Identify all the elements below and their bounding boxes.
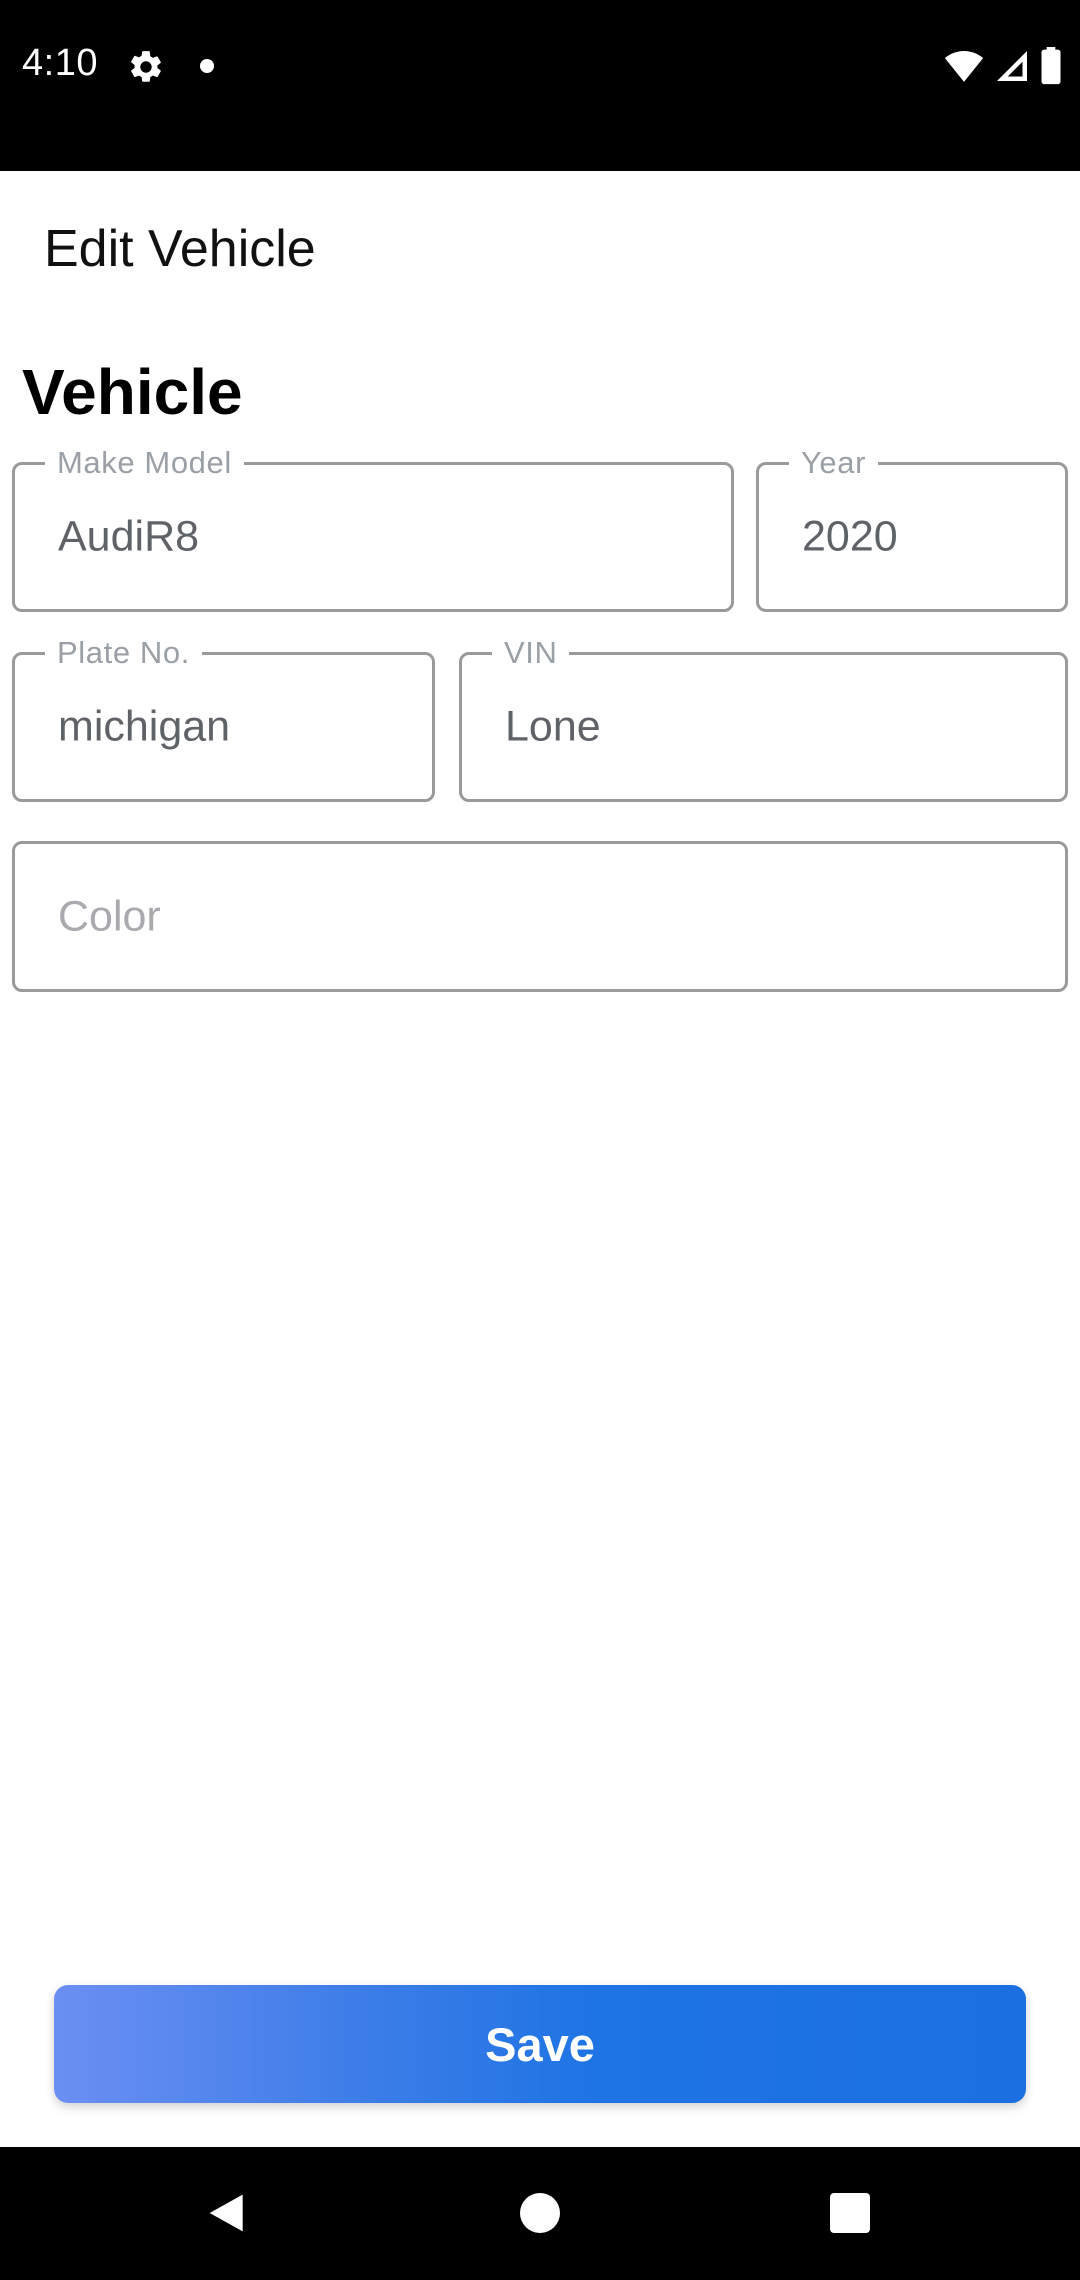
make-model-field[interactable]: Make Model AudiR8	[12, 445, 734, 612]
save-button[interactable]: Save	[54, 1985, 1026, 2103]
back-icon[interactable]	[206, 2191, 250, 2235]
make-model-label: Make Model	[45, 445, 244, 481]
gear-icon	[131, 51, 161, 82]
page-title: Edit Vehicle	[44, 220, 316, 278]
year-value: 2020	[802, 512, 898, 561]
plate-value: michigan	[58, 702, 231, 751]
status-icons	[944, 46, 1062, 86]
signal-icon	[997, 51, 1027, 81]
notification-dot-icon	[200, 59, 214, 73]
section-title: Vehicle	[22, 356, 243, 428]
vin-value: Lone	[505, 702, 601, 751]
status-time: 4:10	[22, 42, 98, 84]
year-field[interactable]: Year 2020	[756, 445, 1068, 612]
navigation-bar	[0, 2147, 1080, 2280]
recents-icon[interactable]	[830, 2193, 870, 2233]
home-icon[interactable]	[520, 2193, 560, 2233]
vin-label: VIN	[492, 635, 570, 671]
color-field[interactable]: Color	[12, 841, 1068, 992]
screen: 4:10 Edit Vehicle Vehicle Make Model Aud…	[0, 0, 1080, 2280]
plate-label: Plate No.	[45, 635, 202, 671]
color-placeholder: Color	[58, 892, 161, 940]
status-bar: 4:10	[0, 0, 1080, 171]
app-bar: Edit Vehicle	[0, 171, 1080, 331]
wifi-icon	[944, 51, 984, 82]
year-label: Year	[789, 445, 879, 481]
battery-icon	[1041, 47, 1061, 85]
plate-field[interactable]: Plate No. michigan	[12, 635, 435, 802]
vin-field[interactable]: VIN Lone	[459, 635, 1068, 802]
make-model-value: AudiR8	[58, 512, 200, 561]
